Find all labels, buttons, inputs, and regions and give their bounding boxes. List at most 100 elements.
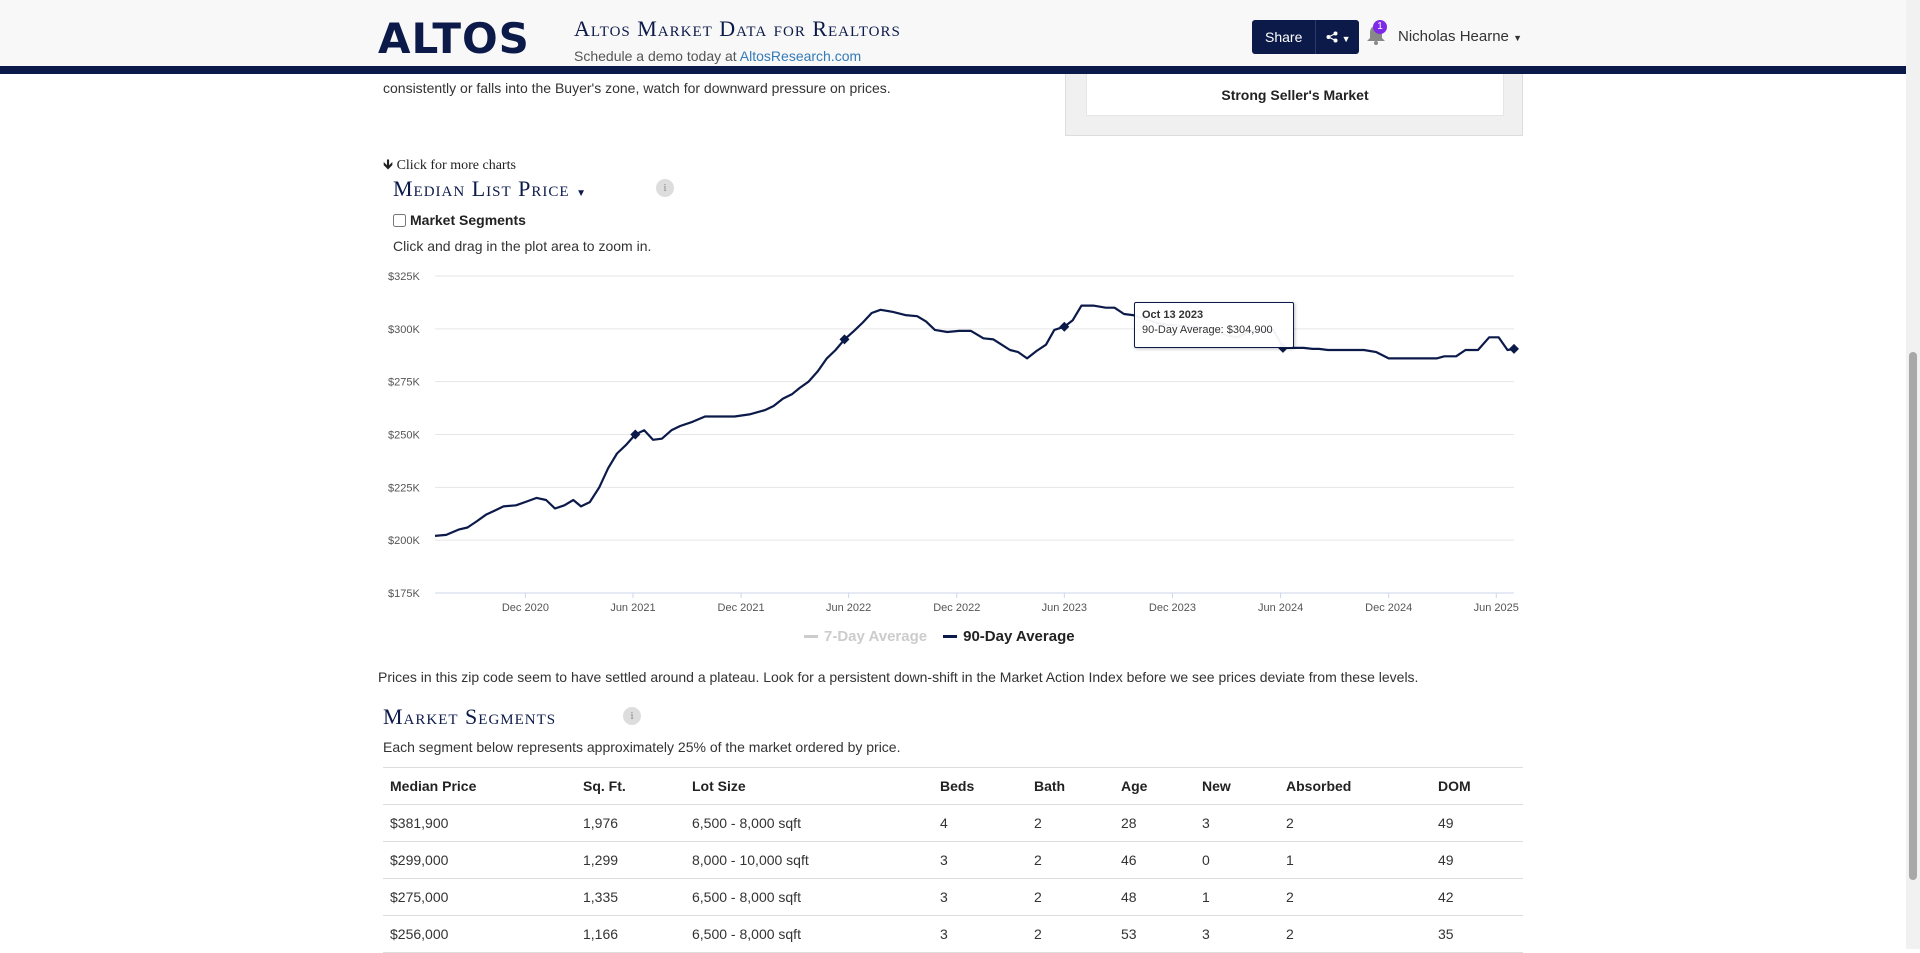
chart-title-dropdown[interactable]: Median List Price ▼ — [393, 176, 587, 202]
cell: $299,000 — [383, 841, 576, 879]
share-label[interactable]: Share — [1252, 29, 1315, 45]
arrow-down-icon: 🡻 — [383, 158, 394, 173]
app-title: Altos Market Data for Realtors — [574, 16, 901, 41]
user-menu[interactable]: Nicholas Hearne ▼ — [1398, 28, 1522, 45]
cell: 8,000 - 10,000 sqft — [685, 841, 933, 879]
col-median-price: Median Price — [383, 767, 576, 805]
legend-90day-label[interactable]: 90-Day Average — [963, 628, 1074, 645]
col-lot-size: Lot Size — [685, 767, 933, 805]
more-charts-label[interactable]: Click for more charts — [397, 158, 516, 173]
cell: 2 — [1027, 915, 1114, 953]
table-row: $256,000 1,166 6,500 - 8,000 sqft 3 2 53 3 2 35 — [383, 915, 1523, 953]
cell: 1 — [1195, 878, 1279, 916]
col-sqft: Sq. Ft. — [576, 767, 685, 805]
cell: 3 — [933, 915, 1027, 953]
col-beds: Beds — [933, 767, 1027, 805]
x-tick-label: Dec 2022 — [933, 602, 980, 614]
cell: 35 — [1431, 915, 1523, 953]
cell: 49 — [1431, 841, 1523, 879]
segments-table: Median Price Sq. Ft. Lot Size Beds Bath … — [383, 767, 1523, 953]
market-intro-text: consistently or falls into the Buyer's z… — [383, 80, 891, 96]
cell: $275,000 — [383, 878, 576, 916]
x-tick-label: Jun 2021 — [610, 602, 655, 614]
legend-7day-swatch — [804, 635, 818, 638]
y-tick-label: $175K — [388, 588, 420, 600]
page-scrollbar[interactable] — [1906, 0, 1920, 949]
cell: 1,335 — [576, 878, 685, 916]
cell: 2 — [1027, 878, 1114, 916]
y-tick-label: $275K — [388, 377, 420, 389]
segments-description: Each segment below represents approximat… — [383, 739, 901, 755]
segments-checkbox-input[interactable] — [393, 213, 406, 227]
share-icon — [1326, 31, 1338, 42]
cell: 3 — [1195, 915, 1279, 953]
altosresearch-link[interactable]: AltosResearch.com — [740, 48, 861, 64]
segments-title: Market Segments — [383, 704, 557, 729]
cell: 2 — [1027, 804, 1114, 842]
segments-checkbox-label: Market Segments — [410, 212, 526, 228]
legend-7day-label[interactable]: 7-Day Average — [824, 628, 927, 645]
x-tick-label: Jun 2023 — [1042, 602, 1087, 614]
legend-90day[interactable]: 90-Day Average — [943, 628, 1075, 645]
more-charts-link[interactable]: 🡻 Click for more charts — [383, 154, 516, 178]
y-tick-label: $325K — [388, 271, 420, 283]
cell: 3 — [933, 841, 1027, 879]
zoom-hint: Click and drag in the plot area to zoom … — [393, 238, 652, 254]
share-dropdown-toggle[interactable]: ▼ — [1316, 30, 1351, 45]
chart-info-icon[interactable]: i — [656, 179, 674, 197]
cell: 48 — [1114, 878, 1195, 916]
tooltip-date: Oct 13 2023 — [1142, 309, 1204, 321]
chevron-down-icon: ▼ — [1341, 33, 1351, 44]
col-dom: DOM — [1431, 767, 1523, 805]
col-absorbed: Absorbed — [1279, 767, 1431, 805]
scrollbar-thumb[interactable] — [1909, 352, 1917, 880]
cell: 2 — [1279, 804, 1431, 842]
y-tick-label: $300K — [388, 324, 420, 336]
x-tick-label: Jun 2022 — [826, 602, 871, 614]
segments-info-icon[interactable]: i — [623, 707, 641, 725]
cell: 3 — [933, 878, 1027, 916]
user-name[interactable]: Nicholas Hearne — [1398, 28, 1509, 45]
cell: 46 — [1114, 841, 1195, 879]
cell: 2 — [1279, 915, 1431, 953]
tooltip-value: 90-Day Average: $304,900 — [1142, 324, 1273, 336]
legend-90day-swatch — [943, 635, 958, 638]
cell: 42 — [1431, 878, 1523, 916]
cell: 6,500 - 8,000 sqft — [685, 878, 933, 916]
cell: 1,299 — [576, 841, 685, 879]
cell: 4 — [933, 804, 1027, 842]
cell: 3 — [1195, 804, 1279, 842]
table-row: $275,000 1,335 6,500 - 8,000 sqft 3 2 48 1 2 42 — [383, 878, 1523, 916]
share-button[interactable]: Share ▼ — [1252, 20, 1359, 54]
x-tick-label: Dec 2024 — [1365, 602, 1412, 614]
chart-tooltip: Oct 13 2023 90-Day Average: $304,900 — [1134, 302, 1294, 348]
col-age: Age — [1114, 767, 1195, 805]
table-row: $299,000 1,299 8,000 - 10,000 sqft 3 2 46 0 1 49 — [383, 841, 1523, 879]
series-90-day-average-line — [434, 304, 1515, 537]
cell: 28 — [1114, 804, 1195, 842]
chart-commentary: Prices in this zip code seem to have set… — [378, 669, 1419, 685]
market-status: Strong Seller's Market — [1086, 74, 1504, 116]
cell: 1,976 — [576, 804, 685, 842]
segments-header-row: Median Price Sq. Ft. Lot Size Beds Bath … — [383, 767, 1523, 805]
legend-7day[interactable]: 7-Day Average — [804, 628, 927, 645]
x-tick-label: Dec 2023 — [1149, 602, 1196, 614]
market-status-panel: Strong Seller's Market — [1065, 74, 1523, 136]
altos-logo[interactable]: ALTOS — [378, 14, 530, 63]
market-segments-checkbox[interactable]: Market Segments — [393, 212, 526, 228]
cell: 0 — [1195, 841, 1279, 879]
y-tick-label: $225K — [388, 482, 420, 494]
chart-caret-icon: ▼ — [576, 188, 587, 199]
chart-title[interactable]: Median List Price — [393, 176, 570, 201]
top-navbar: ALTOS Altos Market Data for Realtors Sch… — [0, 0, 1906, 74]
cell: $381,900 — [383, 804, 576, 842]
notification-badge: 1 — [1373, 20, 1387, 34]
cell: $256,000 — [383, 915, 576, 953]
median-list-price-chart[interactable]: $175K $200K $225K $250K $275K $300K $325K Dec 2… — [380, 268, 1530, 618]
y-tick-label: $250K — [388, 430, 420, 442]
chart-legend: 7-Day Average 90-Day Average — [804, 628, 1091, 645]
col-new: New — [1195, 767, 1279, 805]
x-tick-label: Jun 2025 — [1474, 602, 1519, 614]
series-marker — [1509, 343, 1519, 354]
col-bath: Bath — [1027, 767, 1114, 805]
